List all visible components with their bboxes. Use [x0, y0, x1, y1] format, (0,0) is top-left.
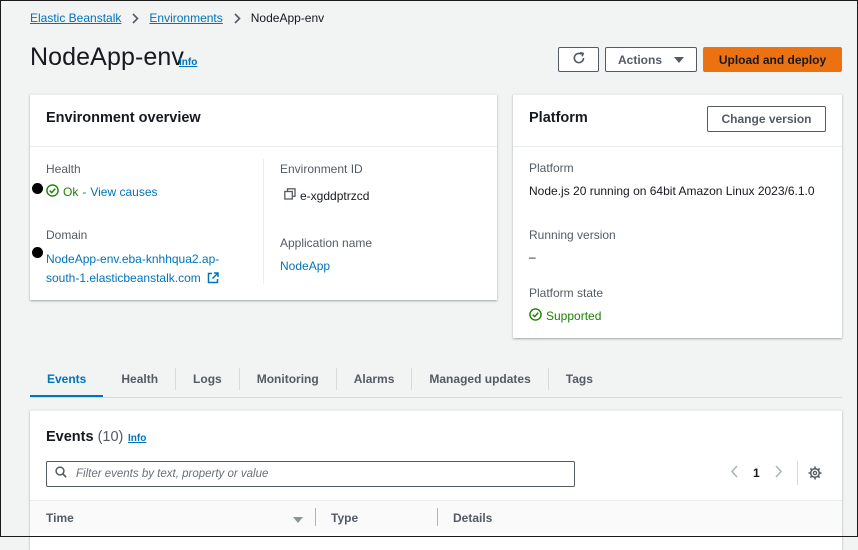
platform-state-text: Supported [546, 309, 602, 323]
overview-title: Environment overview [46, 110, 201, 126]
platform-value: Node.js 20 running on 64bit Amazon Linux… [529, 184, 815, 198]
tab-bar: Events Health Logs Monitoring Alarms Man… [30, 360, 842, 398]
check-circle-icon [46, 184, 59, 200]
column-header-time[interactable]: Time [46, 511, 74, 525]
actions-label: Actions [617, 52, 662, 67]
refresh-button[interactable] [558, 47, 599, 72]
column-separator [315, 508, 316, 526]
change-version-button[interactable]: Change version [707, 106, 826, 132]
breadcrumb-elastic-beanstalk[interactable]: Elastic Beanstalk [30, 11, 121, 25]
domain-line-2: south-1.elasticbeanstalk.com [46, 271, 201, 285]
running-version-value: – [529, 250, 536, 264]
chevron-right-icon[interactable] [774, 465, 783, 481]
platform-state-value: Supported [529, 308, 601, 324]
tab-monitoring[interactable]: Monitoring [240, 360, 336, 398]
tab-events[interactable]: Events [30, 360, 104, 398]
chevron-right-icon [233, 12, 241, 24]
events-search-input[interactable] [74, 467, 554, 481]
events-info-link[interactable]: Info [128, 433, 146, 444]
platform-label: Platform [529, 161, 574, 175]
application-name-link[interactable]: NodeApp [280, 259, 330, 273]
tab-logs[interactable]: Logs [176, 360, 239, 398]
health-status: Ok - View causes [46, 184, 158, 200]
marker-dot [32, 247, 43, 258]
platform-title: Platform [529, 110, 588, 126]
caret-down-icon [674, 53, 684, 67]
view-causes-link[interactable]: View causes [90, 185, 157, 199]
card-divider [30, 146, 497, 147]
actions-dropdown-button[interactable]: Actions [605, 47, 697, 72]
breadcrumb-environments[interactable]: Environments [149, 11, 222, 25]
environment-id-label: Environment ID [280, 162, 363, 176]
domain-line-1: NodeApp-env.eba-knhhqua2.ap- [46, 252, 220, 266]
events-title-text: Events [46, 429, 94, 445]
environment-id-text: e-xgddptrzcd [300, 188, 370, 203]
breadcrumb-current: NodeApp-env [250, 11, 325, 25]
column-header-type[interactable]: Type [331, 511, 358, 525]
marker-dot [32, 183, 43, 194]
chevron-left-icon[interactable] [730, 465, 739, 481]
tabs-underline [30, 397, 842, 398]
upload-and-deploy-button[interactable]: Upload and deploy [703, 47, 842, 72]
environment-overview-card: Environment overview Health Ok - View ca… [30, 94, 497, 300]
title-info-link[interactable]: Info [179, 57, 197, 68]
pager-separator [797, 461, 798, 485]
domain-label: Domain [46, 228, 88, 242]
tab-health[interactable]: Health [104, 360, 175, 398]
gear-icon[interactable] [808, 466, 822, 485]
external-link-icon [207, 271, 219, 290]
domain-link[interactable]: NodeApp-env.eba-knhhqua2.ap- south-1.ela… [46, 250, 219, 290]
copy-icon[interactable] [284, 188, 296, 203]
tab-managed-updates[interactable]: Managed updates [412, 360, 547, 398]
column-divider [263, 159, 264, 284]
chevron-right-icon [131, 12, 140, 24]
health-status-text: Ok [63, 185, 79, 199]
health-separator: - [82, 185, 87, 199]
card-divider [513, 146, 842, 147]
events-card: Events (10) Info 1 Time Type Detai [30, 410, 842, 550]
environment-id-value: e-xgddptrzcd [284, 188, 369, 203]
running-version-label: Running version [529, 228, 616, 242]
events-title: Events (10) [46, 429, 123, 445]
search-icon [55, 465, 67, 483]
events-search-field[interactable] [46, 461, 575, 487]
breadcrumb: Elastic Beanstalk Environments NodeApp-e… [30, 11, 324, 25]
column-separator [437, 508, 438, 526]
events-count: (10) [97, 429, 124, 445]
pagination: 1 [730, 465, 783, 481]
page-title: NodeApp-env [30, 43, 184, 71]
tab-alarms[interactable]: Alarms [337, 360, 412, 398]
sort-descending-icon[interactable] [293, 513, 303, 527]
page-number[interactable]: 1 [753, 466, 760, 480]
platform-state-label: Platform state [529, 286, 604, 300]
column-header-details[interactable]: Details [453, 511, 492, 525]
check-circle-icon [529, 308, 542, 324]
application-name-label: Application name [280, 236, 373, 250]
refresh-icon [572, 51, 586, 68]
events-table-header: Time Type Details [30, 500, 842, 533]
health-label: Health [46, 162, 81, 176]
tab-tags[interactable]: Tags [549, 360, 610, 398]
